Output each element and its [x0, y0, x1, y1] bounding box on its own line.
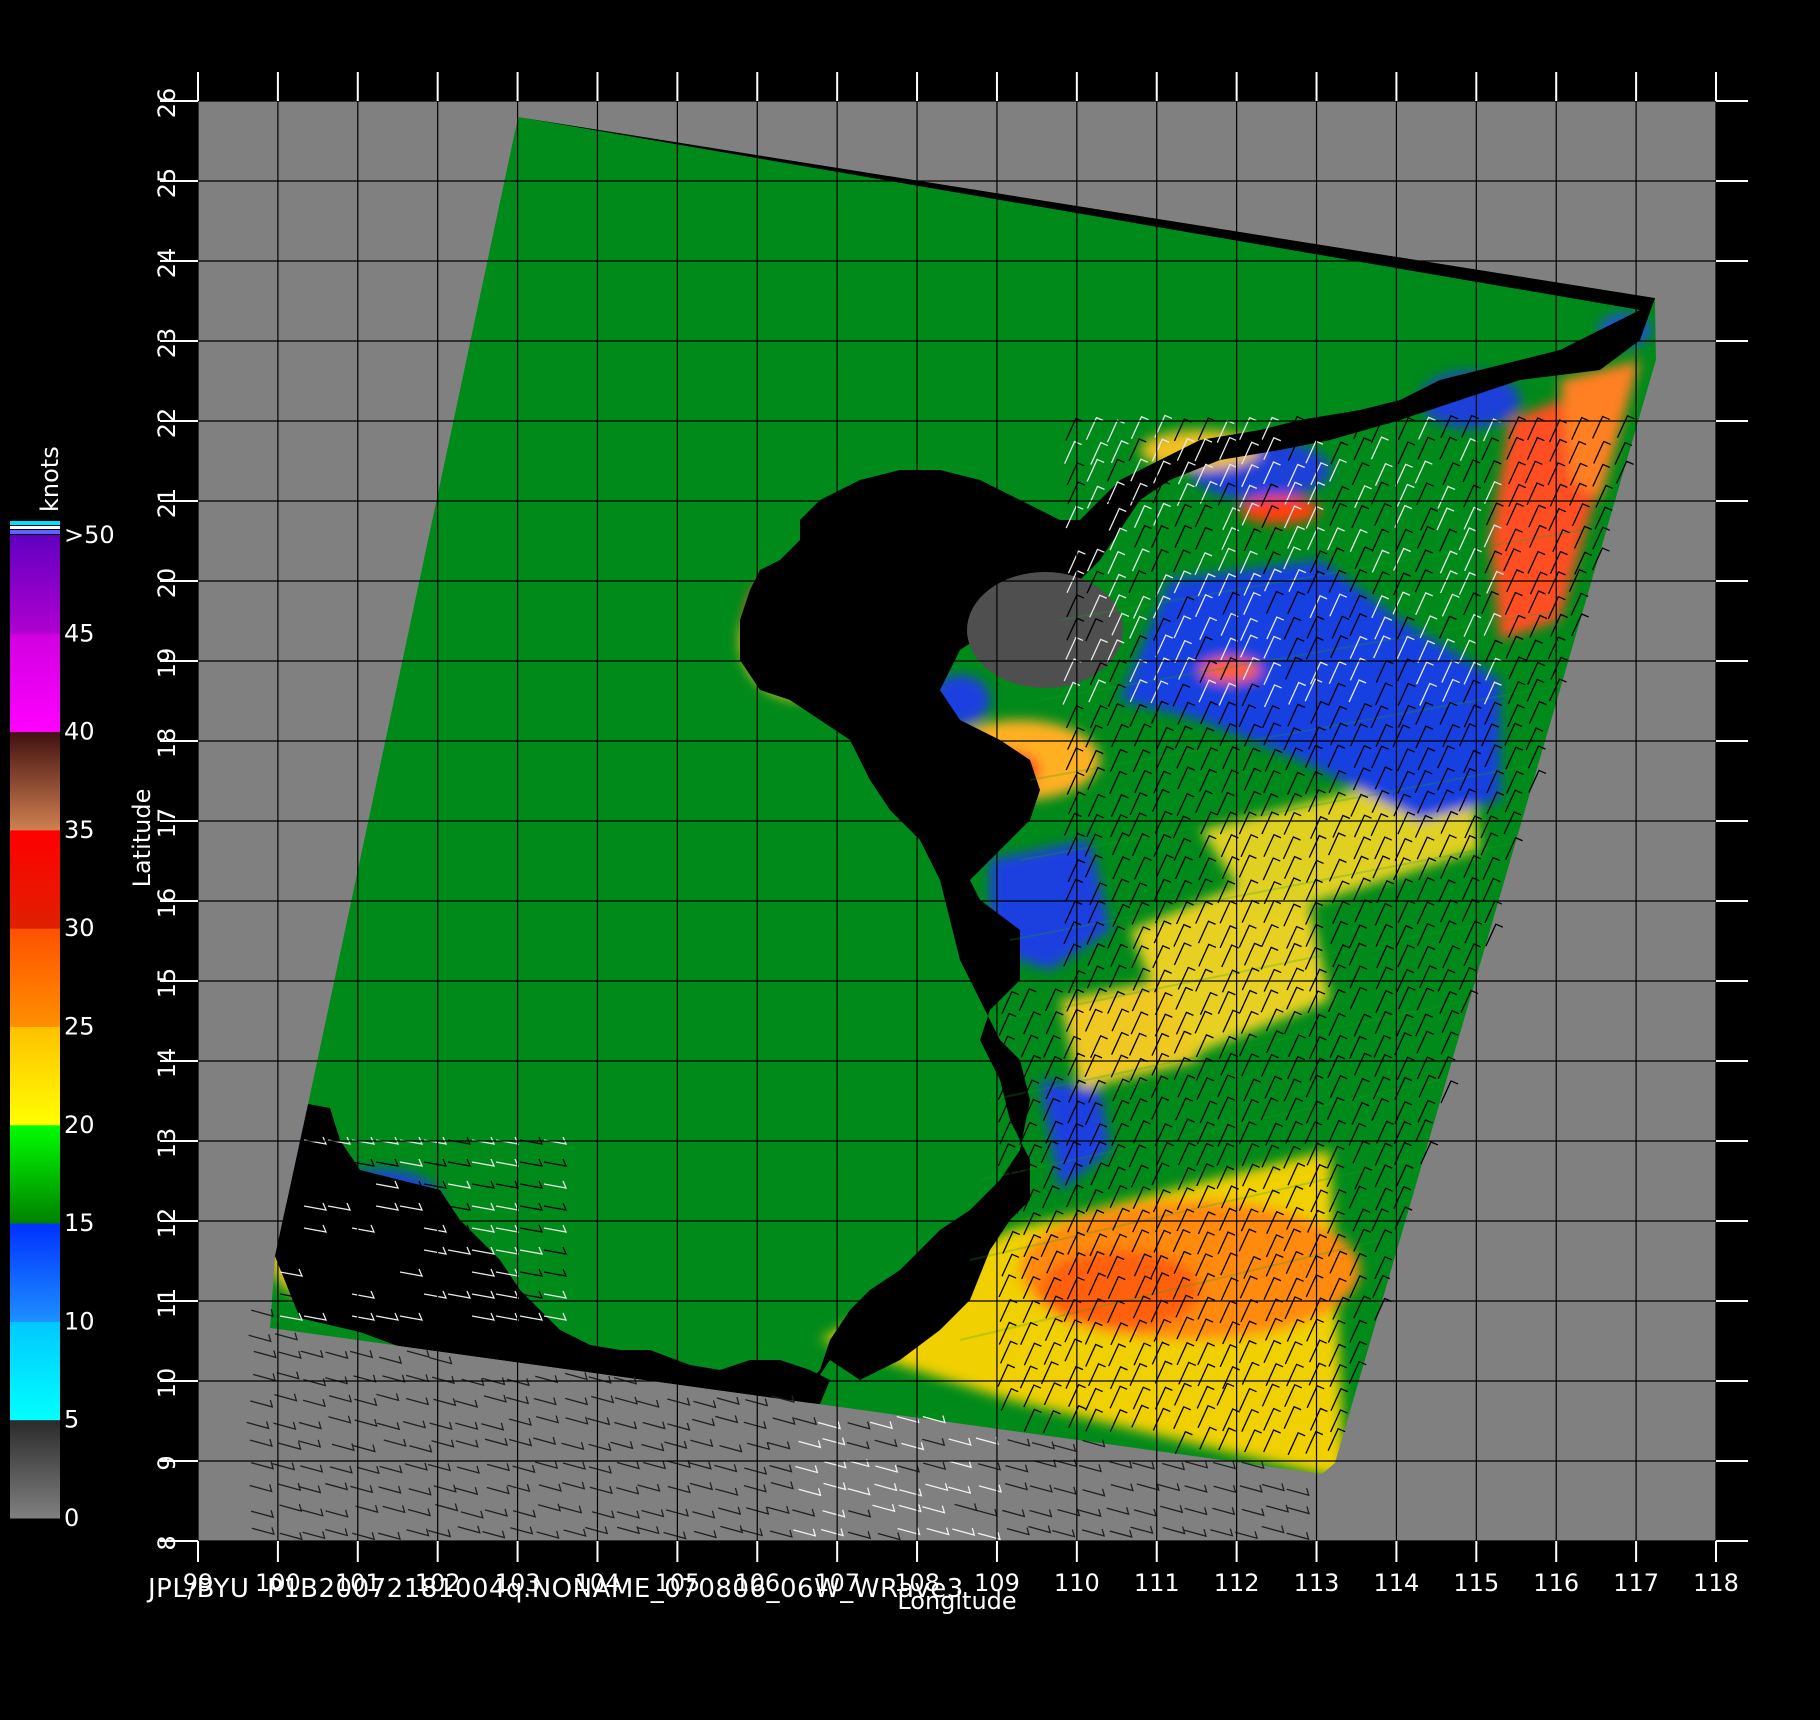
lat-label-23: 23 [153, 328, 181, 359]
colorbar-label-3: 15 [64, 1209, 95, 1237]
colorbar-band-40-45 [10, 633, 60, 733]
hainan-island [967, 572, 1123, 688]
lon-label-115: 115 [1453, 1569, 1499, 1597]
colorbar-tick-labels: 0 5 10 15 20 25 30 35 40 45 >50 [64, 521, 115, 1532]
colorbar-label-2: 10 [64, 1307, 95, 1335]
lat-label-11: 11 [153, 1288, 181, 1319]
colorbar-band-35-40 [10, 731, 60, 831]
lon-label-114: 114 [1374, 1569, 1420, 1597]
y-axis-title: Latitude [128, 789, 156, 888]
lat-label-16: 16 [153, 888, 181, 919]
colorbar-band-45-50 [10, 535, 60, 634]
colorbar-cap-blue [10, 530, 60, 534]
colorbar-label-6: 30 [64, 914, 95, 942]
colorbar-label-5: 25 [64, 1013, 95, 1041]
lat-label-26: 26 [153, 88, 181, 119]
lon-label-111: 111 [1134, 1569, 1180, 1597]
colorbar-band-0-5 [10, 1419, 60, 1519]
colorbar-band-5-10 [10, 1321, 60, 1421]
colorbar-band-10-15 [10, 1223, 60, 1322]
lon-label-117: 117 [1613, 1569, 1659, 1597]
colorbar-label-0: 0 [64, 1504, 79, 1532]
wind-map-figure: 99 100 101 102 103 104 105 106 107 108 109 110 111 11… [0, 0, 1820, 1720]
colorbar-cap-cyan [10, 521, 60, 525]
lat-label-9: 9 [153, 1455, 181, 1470]
colorbar-band-15-20 [10, 1124, 60, 1224]
colorbar-label-8: 40 [64, 718, 95, 746]
wind-speed-map: 99 100 101 102 103 104 105 106 107 108 109 110 111 11… [10, 72, 1748, 1615]
colorbar-unit: knots [36, 446, 64, 512]
lat-label-8: 8 [153, 1535, 181, 1550]
lat-label-20: 20 [153, 568, 181, 599]
lon-label-110: 110 [1054, 1569, 1100, 1597]
lat-label-24: 24 [153, 248, 181, 279]
lat-label-12: 12 [153, 1208, 181, 1239]
colorbar-band-20-25 [10, 1026, 60, 1126]
lat-label-19: 19 [153, 648, 181, 679]
lon-label-113: 113 [1294, 1569, 1340, 1597]
lat-label-10: 10 [153, 1368, 181, 1399]
colorbar-label-4: 20 [64, 1111, 95, 1139]
lon-label-112: 112 [1214, 1569, 1260, 1597]
colorbar [10, 535, 60, 1519]
colorbar-band-25-30 [10, 928, 60, 1027]
lon-label-118: 118 [1693, 1569, 1739, 1597]
lat-label-14: 14 [153, 1048, 181, 1079]
colorbar-label-7: 35 [64, 816, 95, 844]
lat-label-21: 21 [153, 488, 181, 519]
colorbar-label-10: >50 [64, 521, 115, 549]
product-caption: JPL/BYU P1B20072181004q.NONAME_070806_06… [148, 1574, 964, 1604]
lat-label-17: 17 [153, 808, 181, 839]
lat-label-22: 22 [153, 408, 181, 439]
colorbar-label-1: 5 [64, 1406, 79, 1434]
lat-label-13: 13 [153, 1128, 181, 1159]
lat-label-25: 25 [153, 168, 181, 199]
latitude-tick-labels: 8 9 10 11 12 13 14 15 16 17 18 19 20 21 22 23 24 25 26 [153, 88, 181, 1551]
colorbar-cap-white [10, 526, 60, 529]
lat-label-18: 18 [153, 728, 181, 759]
colorbar-label-9: 45 [64, 619, 95, 647]
colorbar-band-30-35 [10, 829, 60, 929]
lat-label-15: 15 [153, 968, 181, 999]
lon-label-116: 116 [1533, 1569, 1579, 1597]
